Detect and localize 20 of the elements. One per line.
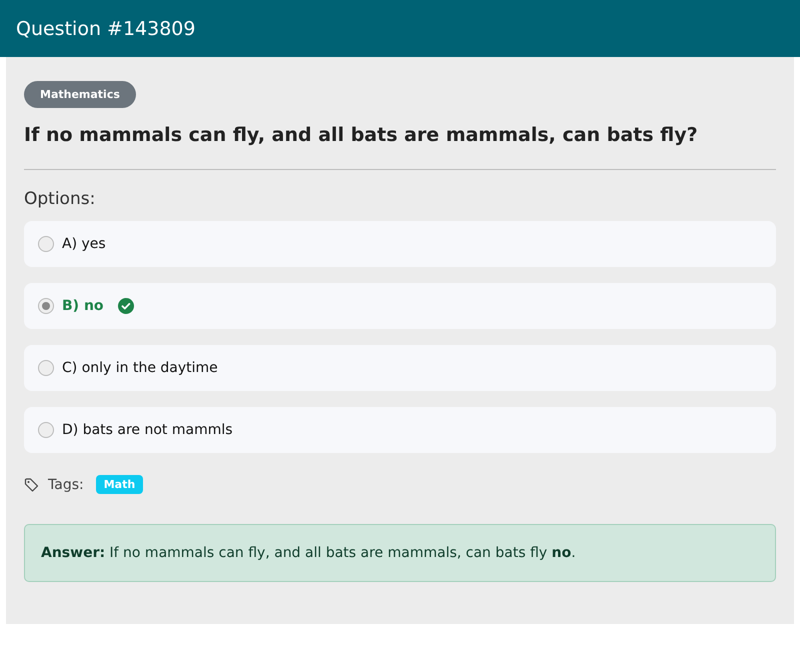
question-title: Question #143809 — [16, 18, 196, 40]
radio-button[interactable] — [38, 422, 54, 438]
option-text: A) yes — [62, 236, 106, 252]
option-text: C) only in the daytime — [62, 360, 218, 376]
check-circle-icon — [118, 298, 134, 314]
option-item[interactable]: B) no — [24, 283, 776, 329]
option-text: B) no — [62, 298, 104, 314]
tags-label: Tags: — [48, 476, 84, 492]
radio-button[interactable] — [38, 298, 54, 314]
option-item[interactable]: D) bats are not mammls — [24, 407, 776, 453]
radio-button[interactable] — [38, 360, 54, 376]
question-text: If no mammals can fly, and all bats are mammals, can bats fly? — [24, 124, 698, 146]
options-heading: Options: — [24, 189, 96, 209]
category-badge: Mathematics — [24, 81, 136, 108]
option-item[interactable]: A) yes — [24, 221, 776, 267]
radio-button[interactable] — [38, 236, 54, 252]
answer-text: Answer: If no mammals can fly, and all bats are mammals, can bats fly no. — [41, 545, 576, 561]
tag-icon — [24, 476, 40, 492]
option-item[interactable]: C) only in the daytime — [24, 345, 776, 391]
option-text: D) bats are not mammls — [62, 422, 233, 438]
